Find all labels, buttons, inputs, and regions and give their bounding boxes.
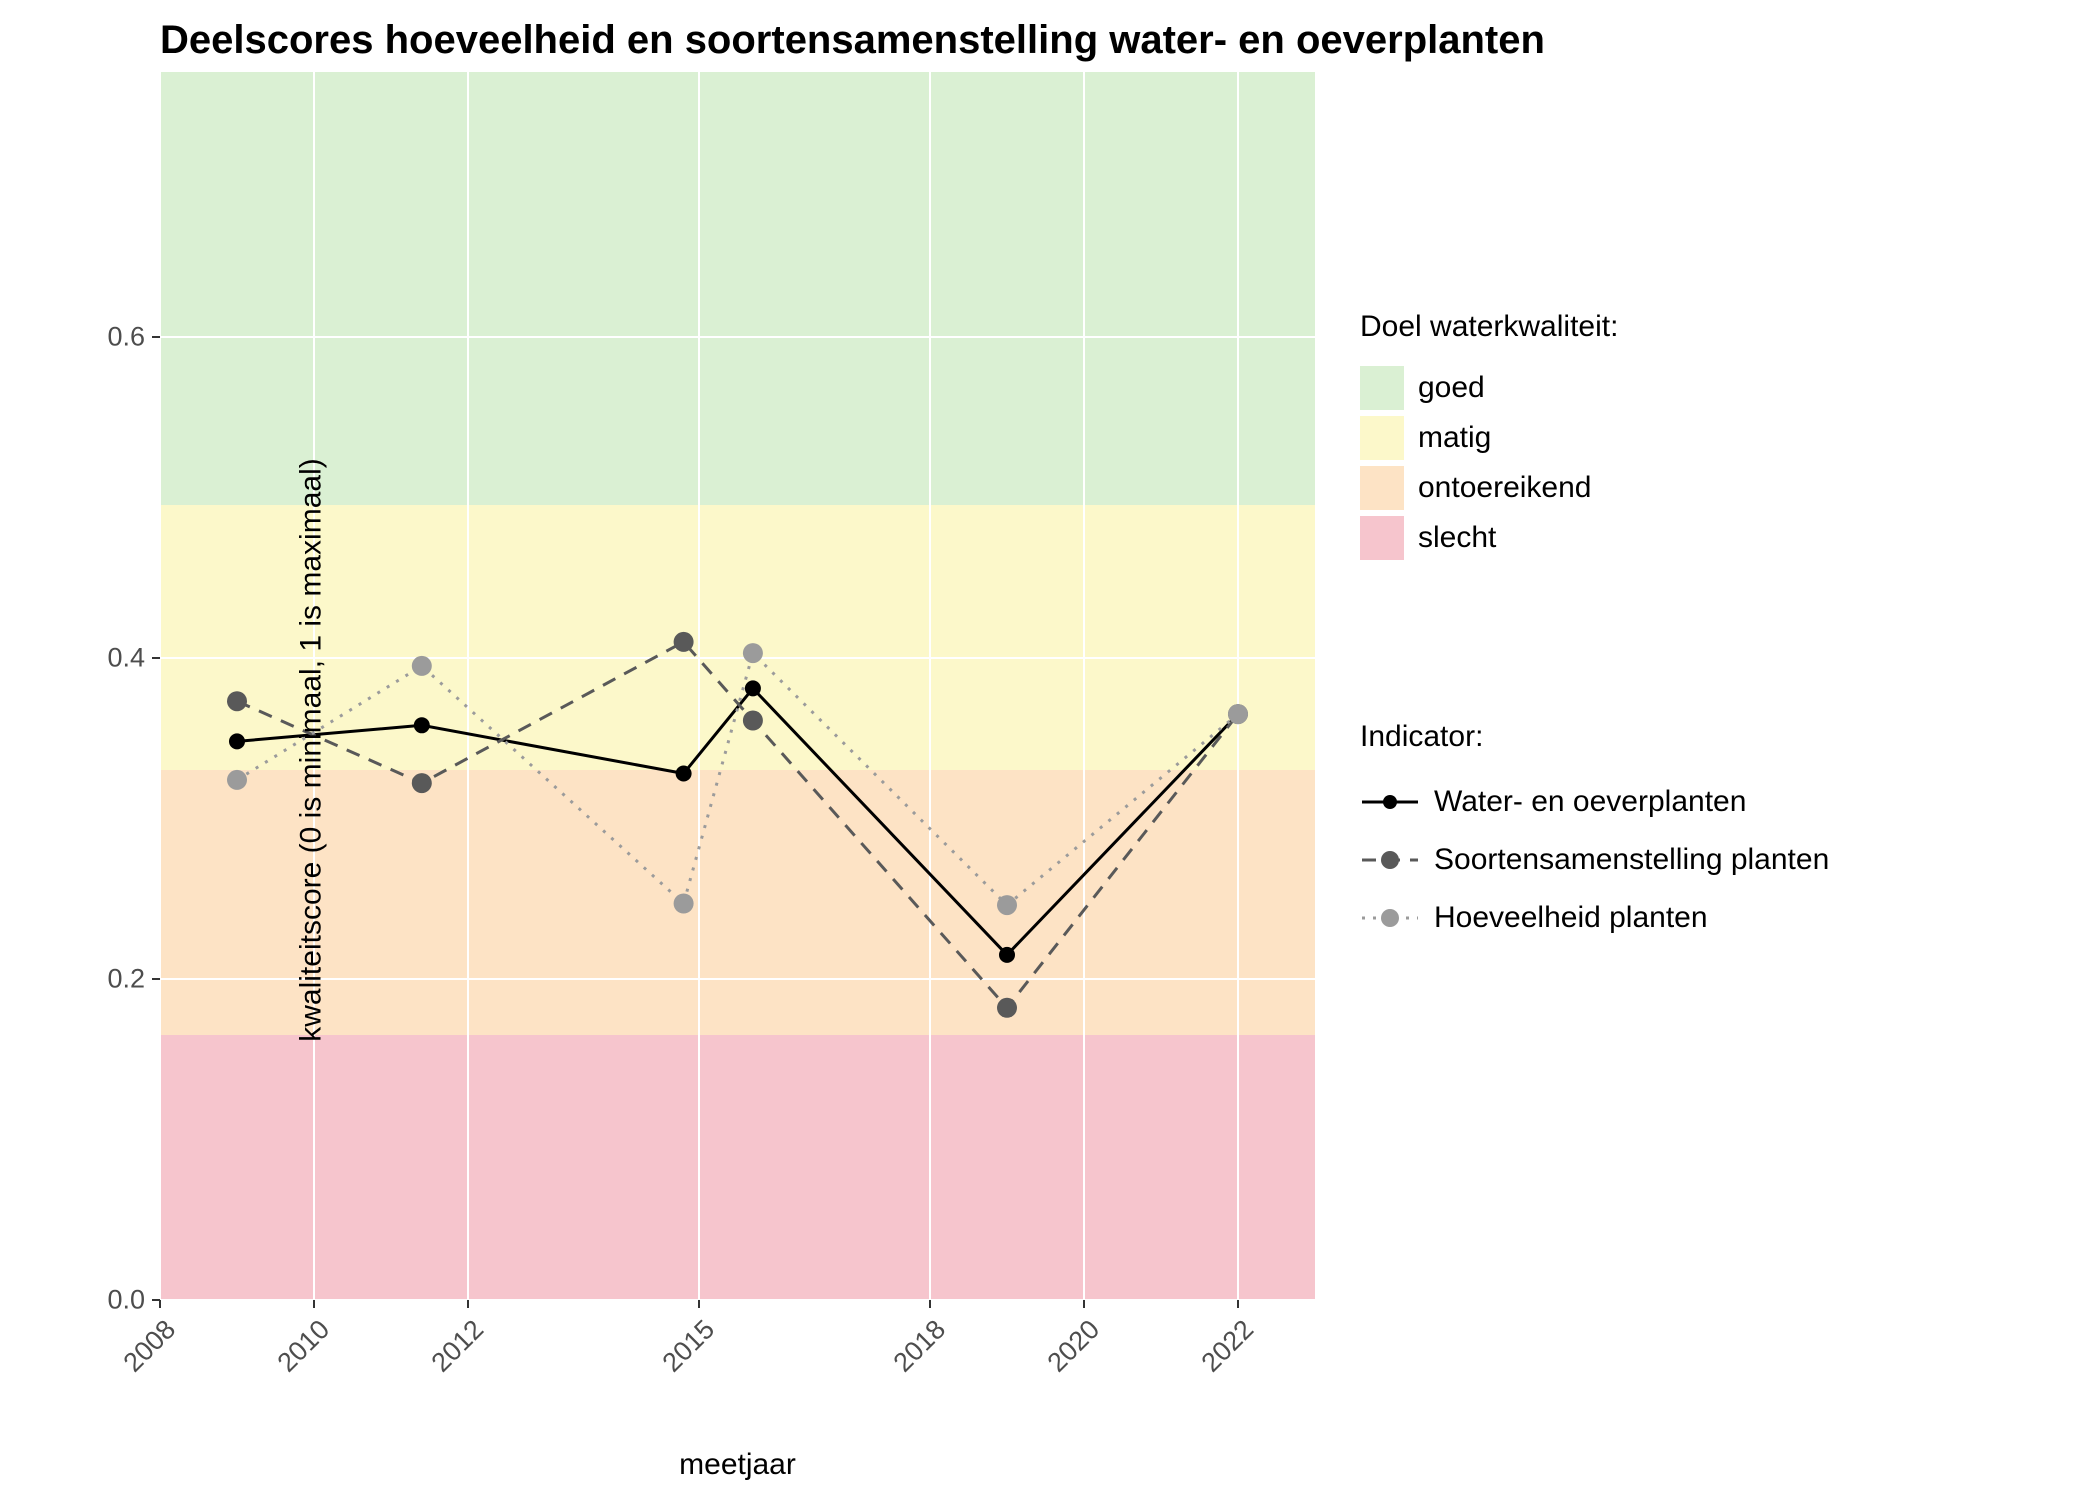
legend-series-label: Soortensamenstelling planten: [1434, 843, 1829, 877]
legend-band-row: matig: [1360, 416, 1618, 460]
series-point: [229, 733, 245, 749]
legend-series-title: Indicator:: [1360, 720, 1829, 754]
series-line: [237, 688, 1238, 955]
legend-band-label: goed: [1418, 371, 1485, 405]
legend-series-swatch: [1360, 840, 1420, 880]
x-tick-label: 2008: [103, 1314, 181, 1392]
series-point: [227, 770, 247, 790]
legend-band-row: slecht: [1360, 516, 1618, 560]
legend-series-swatch: [1360, 782, 1420, 822]
legend-series-row: Hoeveelheid planten: [1360, 892, 1829, 944]
series-point: [674, 894, 694, 914]
legend-swatch: [1360, 516, 1404, 560]
series-point: [674, 632, 694, 652]
legend-band-label: slecht: [1418, 521, 1496, 555]
legend-series-row: Soortensamenstelling planten: [1360, 834, 1829, 886]
x-tick-label: 2015: [642, 1314, 720, 1392]
x-tick-label: 2022: [1181, 1314, 1259, 1392]
y-tick-label: 0.2: [65, 963, 145, 994]
series-point: [676, 766, 692, 782]
legend-series: Indicator: Water- en oeverplanten Soorten…: [1360, 720, 1829, 950]
legend-swatch: [1360, 466, 1404, 510]
series-point: [997, 895, 1017, 915]
legend-series-swatch: [1360, 898, 1420, 938]
series-line: [237, 642, 1238, 1008]
legend-bands: Doel waterkwaliteit: goed matig ontoereike…: [1360, 310, 1618, 566]
y-tick-label: 0.4: [65, 642, 145, 673]
series-point: [412, 773, 432, 793]
series-point: [227, 691, 247, 711]
x-tick-label: 2012: [411, 1314, 489, 1392]
series-point: [743, 711, 763, 731]
plot-panel: [160, 72, 1315, 1300]
y-tick-label: 0.6: [65, 321, 145, 352]
x-axis-label: meetjaar: [160, 1448, 1315, 1482]
series-point: [1228, 704, 1248, 724]
chart-lines: [160, 72, 1315, 1300]
legend-series-row: Water- en oeverplanten: [1360, 776, 1829, 828]
x-tick-label: 2020: [1027, 1314, 1105, 1392]
series-point: [997, 998, 1017, 1018]
legend-swatch: [1360, 416, 1404, 460]
y-axis-label: kwaliteitscore (0 is minimaal, 1 is maxi…: [295, 458, 329, 1041]
series-point: [745, 680, 761, 696]
x-tick-label: 2018: [873, 1314, 951, 1392]
legend-band-label: matig: [1418, 421, 1491, 455]
legend-swatch: [1360, 366, 1404, 410]
legend-band-label: ontoereikend: [1418, 471, 1591, 505]
legend-series-label: Water- en oeverplanten: [1434, 785, 1746, 819]
series-point: [999, 947, 1015, 963]
series-point: [743, 643, 763, 663]
series-line: [237, 653, 1238, 905]
legend-band-row: goed: [1360, 366, 1618, 410]
legend-band-row: ontoereikend: [1360, 466, 1618, 510]
chart-title: Deelscores hoeveelheid en soortensamenst…: [160, 18, 1545, 63]
legend-series-label: Hoeveelheid planten: [1434, 901, 1708, 935]
series-point: [414, 717, 430, 733]
x-tick-label: 2010: [257, 1314, 335, 1392]
y-tick-label: 0.0: [65, 1285, 145, 1316]
legend-bands-title: Doel waterkwaliteit:: [1360, 310, 1618, 344]
series-point: [412, 656, 432, 676]
